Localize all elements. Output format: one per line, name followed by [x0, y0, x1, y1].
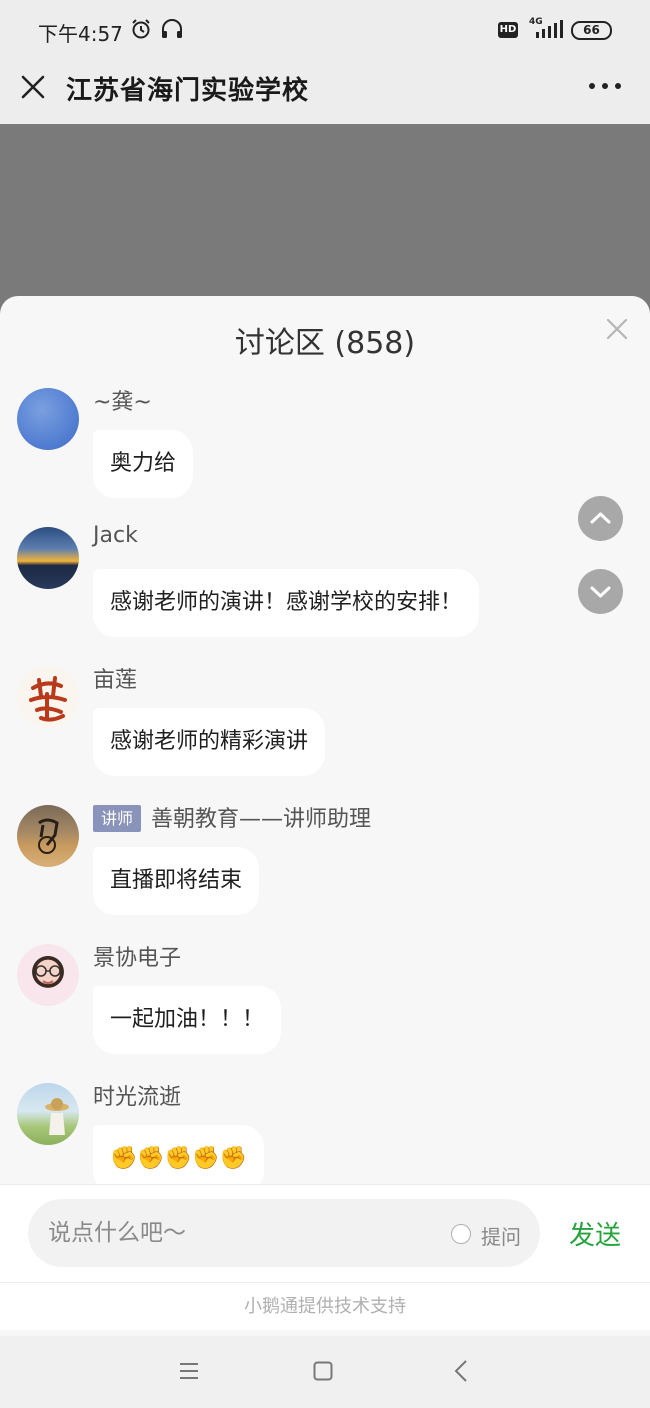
message-username: ~龚~ — [93, 390, 152, 415]
message-item: 时光流逝 ✊✊✊✊✊ — [0, 1073, 650, 1184]
signal-icon — [536, 20, 563, 38]
headset-icon — [162, 19, 182, 38]
comment-input-container: 提问 — [28, 1199, 540, 1267]
status-bar: 下午4:57 HD 4G 66 — [0, 0, 650, 60]
discussion-header: 讨论区 (858) — [0, 296, 650, 376]
ask-question-label: 提问 — [481, 1225, 521, 1249]
alarm-icon — [132, 19, 150, 39]
message-list[interactable]: ~龚~ 奥力给 Jack 感谢老师的演讲！感谢学校的安排！ 亩莲 感谢老师的精彩… — [0, 378, 650, 1184]
home-icon[interactable] — [313, 1361, 333, 1381]
calligraphy-avatar-icon — [29, 676, 67, 722]
avatar[interactable] — [17, 388, 79, 450]
chevron-down-icon — [590, 586, 611, 598]
message-item: 亩莲 感谢老师的精彩演讲 — [0, 656, 650, 795]
straw-hat-figure-icon — [45, 1098, 69, 1135]
title-bar: 江苏省海门实验学校 — [0, 60, 650, 124]
cyclist-silhouette-icon — [38, 818, 59, 854]
message-bubble: ✊✊✊✊✊ — [93, 1125, 264, 1184]
close-panel-icon[interactable] — [606, 318, 628, 340]
message-username: 善朝教育——讲师助理 — [151, 807, 372, 832]
message-item: Jack 感谢老师的演讲！感谢学校的安排！ — [0, 517, 650, 656]
scroll-down-button[interactable] — [578, 569, 623, 614]
avatar[interactable] — [17, 527, 79, 589]
message-item: 讲师 善朝教育——讲师助理 直播即将结束 — [0, 795, 650, 934]
discussion-panel: 讨论区 (858) ~龚~ 奥力给 Jack 感谢老师的演讲！感谢学校的安排！ … — [0, 296, 650, 1336]
glasses-portrait-icon — [35, 965, 61, 984]
battery-icon: 66 — [571, 21, 612, 40]
avatar[interactable] — [17, 1083, 79, 1145]
close-icon[interactable] — [20, 74, 46, 100]
message-bubble: 直播即将结束 — [93, 847, 260, 915]
system-nav-bar — [0, 1336, 650, 1408]
message-username: Jack — [93, 523, 138, 548]
tech-support-footer: 小鹅通提供技术支持 — [0, 1282, 650, 1330]
menu-icon[interactable] — [179, 1362, 199, 1380]
message-item: ~龚~ 奥力给 — [0, 378, 650, 517]
comment-input[interactable] — [48, 1199, 448, 1267]
message-bubble: 感谢老师的精彩演讲 — [93, 708, 326, 776]
video-player-area[interactable] — [0, 124, 650, 314]
role-badge: 讲师 — [93, 805, 141, 832]
message-item: 景协电子 一起加油！！！ — [0, 934, 650, 1073]
discussion-title: 讨论区 (858) — [234, 326, 416, 361]
message-bubble: 一起加油！！！ — [93, 986, 282, 1054]
hd-icon: HD — [498, 22, 518, 38]
message-username: 景协电子 — [93, 946, 182, 971]
avatar[interactable] — [17, 805, 79, 867]
back-icon[interactable] — [454, 1360, 468, 1382]
more-icon[interactable] — [588, 80, 622, 92]
page-title: 江苏省海门实验学校 — [66, 76, 310, 106]
message-bubble: 感谢老师的演讲！感谢学校的安排！ — [93, 569, 480, 637]
scroll-up-button[interactable] — [578, 496, 623, 541]
avatar[interactable] — [17, 666, 79, 728]
avatar[interactable] — [17, 944, 79, 1006]
message-bubble: 奥力给 — [93, 430, 194, 498]
message-username: 时光流逝 — [93, 1085, 182, 1110]
radio-icon[interactable] — [451, 1224, 471, 1244]
status-time: 下午4:57 — [38, 22, 123, 46]
chevron-up-icon — [590, 512, 611, 524]
message-username: 亩莲 — [93, 668, 138, 693]
composer-bar: 提问 发送 — [0, 1184, 650, 1282]
send-button[interactable]: 发送 — [569, 1215, 621, 1252]
